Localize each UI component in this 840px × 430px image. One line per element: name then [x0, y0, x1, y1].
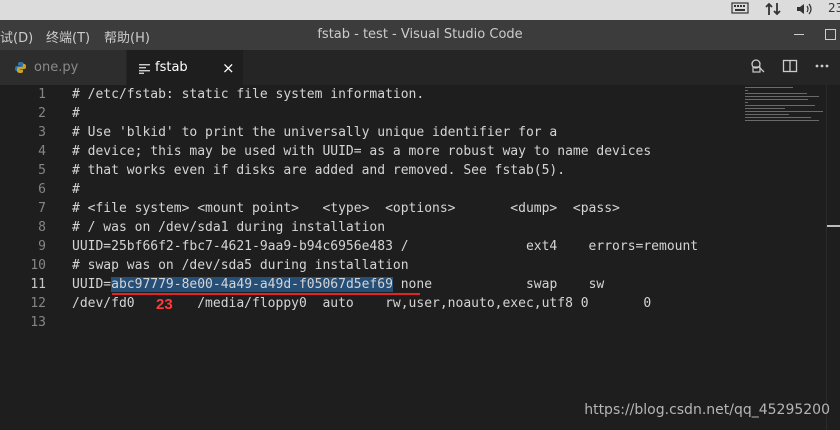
line-number: 3	[38, 125, 46, 140]
code-text: #	[72, 182, 80, 197]
line-number: 11	[30, 277, 46, 292]
volume-icon[interactable]	[795, 1, 815, 20]
code-text-suffix: none swap sw	[392, 277, 605, 292]
list-icon	[139, 63, 150, 78]
code-text: # device; this may be used with UUID= as…	[72, 144, 652, 159]
open-changes-icon[interactable]	[750, 58, 766, 78]
code-text: #	[72, 106, 80, 121]
code-text: # /etc/fstab: static file system informa…	[72, 87, 425, 102]
code-editor[interactable]: 1 # /etc/fstab: static file system inform…	[0, 85, 840, 430]
split-editor-icon[interactable]	[782, 58, 798, 78]
annotation-label: 23	[156, 296, 173, 313]
red-underline	[112, 293, 420, 295]
title-bar: 试(D) 终端(T) 帮助(H) fstab - test - Visual S…	[0, 20, 840, 50]
tab-one-py[interactable]: one.py	[0, 50, 126, 85]
minimap[interactable]	[745, 85, 825, 145]
tab-bar: one.py fstab ×	[0, 50, 840, 85]
clock-time[interactable]: 23	[828, 1, 840, 15]
system-tray: 23	[0, 0, 840, 20]
tab-label: fstab	[155, 60, 188, 75]
line-number: 10	[30, 258, 46, 273]
tab-fstab[interactable]: fstab ×	[127, 50, 243, 85]
code-text: # swap was on /dev/sda5 during installat…	[72, 258, 409, 273]
more-actions-icon[interactable]	[814, 58, 830, 78]
tab-label: one.py	[34, 60, 79, 75]
code-text: # that works even if disks are added and…	[72, 163, 566, 178]
watermark-text: https://blog.csdn.net/qq_45295200	[584, 402, 830, 418]
menu-debug[interactable]: 试(D)	[0, 27, 33, 46]
line-number: 4	[38, 144, 46, 159]
scrollbar-cursor-marker	[827, 225, 840, 227]
code-text: # / was on /dev/sda1 during installation	[72, 220, 386, 235]
vertical-scrollbar[interactable]	[826, 85, 840, 430]
minimize-icon[interactable]	[794, 34, 804, 35]
line-number: 7	[38, 201, 46, 216]
menu-terminal[interactable]: 终端(T)	[46, 27, 90, 46]
line-number: 2	[38, 106, 46, 121]
code-text-prefix: UUID=	[72, 277, 112, 292]
code-text: UUID=abc97779-8e00-4a49-a49d-f05067d5ef6…	[72, 275, 604, 294]
selected-uuid[interactable]: abc97779-8e00-4a49-a49d-f05067d5ef69	[111, 277, 393, 292]
code-text: # Use 'blkid' to print the universally u…	[72, 125, 558, 140]
line-number: 6	[38, 182, 46, 197]
code-text: # <file system> <mount point> <type> <op…	[72, 201, 620, 216]
network-icon[interactable]	[765, 1, 781, 20]
maximize-icon[interactable]	[825, 29, 836, 40]
python-icon	[14, 61, 27, 78]
line-number: 13	[30, 315, 46, 330]
code-text: UUID=25bf66f2-fbc7-4621-9aa9-b94c6956e48…	[72, 239, 699, 254]
line-number: 8	[38, 220, 46, 235]
keyboard-icon[interactable]	[731, 1, 749, 18]
close-icon[interactable]: ×	[222, 59, 235, 77]
editor-actions	[750, 50, 840, 85]
menu-help[interactable]: 帮助(H)	[104, 27, 150, 46]
line-number: 9	[38, 239, 46, 254]
line-number: 12	[30, 296, 46, 311]
line-number: 5	[38, 163, 46, 178]
line-number: 1	[38, 87, 46, 102]
